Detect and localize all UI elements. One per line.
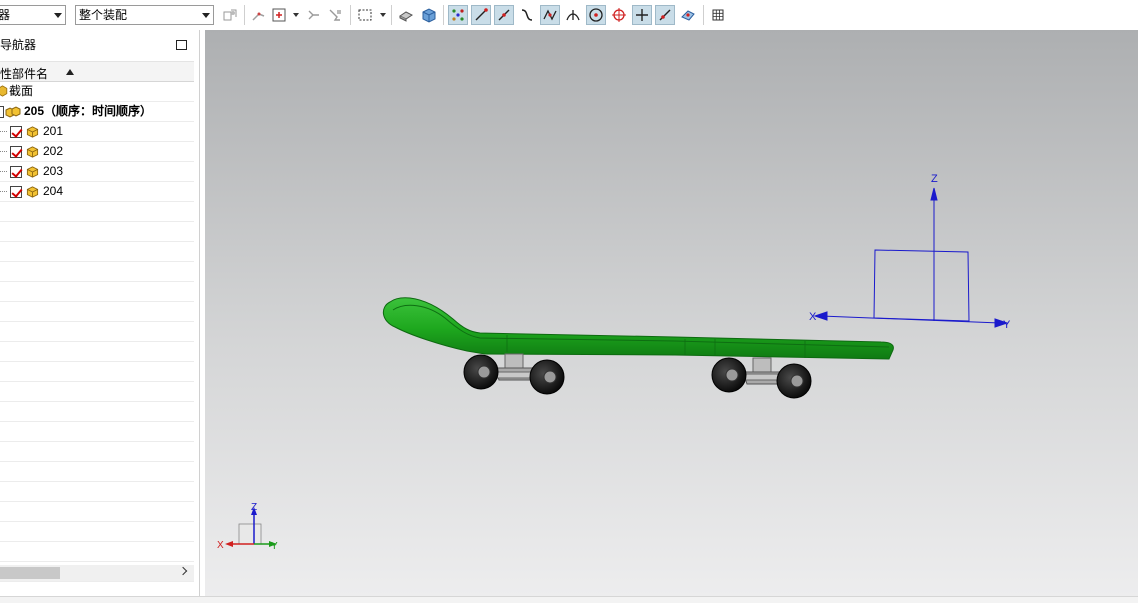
part-cube-icon <box>26 186 39 198</box>
tree-row-part-202[interactable]: 202 <box>0 142 194 162</box>
shaded-face-icon[interactable] <box>396 5 416 25</box>
tree-connector <box>0 191 7 192</box>
tree-row-label: 202 <box>43 144 64 158</box>
tree-row-empty <box>0 202 194 222</box>
triad-y-label: Y <box>271 541 278 552</box>
sort-ascending-icon[interactable] <box>66 69 74 75</box>
csys-y-label: Y <box>1003 319 1011 331</box>
tree-row-section[interactable]: 截面 <box>0 82 194 102</box>
center-point-icon[interactable] <box>586 5 606 25</box>
tree-row-assembly-205[interactable]: 205（顺序：时间顺序） <box>0 102 194 122</box>
triad-z-label: Z <box>251 502 257 513</box>
tree-row-empty <box>0 502 194 522</box>
end-point-icon[interactable] <box>471 5 491 25</box>
visibility-checkbox[interactable] <box>10 146 22 158</box>
horizontal-scrollbar[interactable] <box>0 565 194 581</box>
tree-row-empty <box>0 342 194 362</box>
chevron-down-icon[interactable] <box>293 13 299 17</box>
scene-svg: Z X Y Z X Y <box>217 173 1011 552</box>
tree-row-empty <box>0 482 194 502</box>
column-header-label: 性部件名 <box>0 67 49 81</box>
select-box-icon[interactable] <box>269 5 289 25</box>
part-cube-icon <box>26 126 39 138</box>
perpendicular-icon[interactable] <box>563 5 583 25</box>
tree-row-empty <box>0 382 194 402</box>
tree-row-empty <box>0 322 194 342</box>
tree-row-empty <box>0 222 194 242</box>
mid-point-icon[interactable] <box>494 5 514 25</box>
chevron-down-icon <box>202 13 210 18</box>
tree-row-empty <box>0 262 194 282</box>
tree-row-empty <box>0 462 194 482</box>
tree-row-empty <box>0 302 194 322</box>
quadrant-icon[interactable] <box>609 5 629 25</box>
smart-select-icon[interactable] <box>325 5 345 25</box>
visibility-checkbox[interactable] <box>10 186 22 198</box>
tree-row-empty <box>0 542 194 562</box>
assembly-scope-value: 整个装配 <box>79 8 128 22</box>
graphics-viewport[interactable]: Z X Y Z X Y <box>205 30 1138 596</box>
move-icon[interactable] <box>303 5 323 25</box>
tree-row-empty <box>0 282 194 302</box>
intersection-icon[interactable] <box>540 5 560 25</box>
component-filter-icon[interactable] <box>220 5 240 25</box>
expand-toggle-icon[interactable] <box>0 106 4 118</box>
empty-rows <box>0 202 194 582</box>
grid-icon[interactable] <box>708 5 728 25</box>
scrollbar-thumb[interactable] <box>0 567 60 579</box>
maximize-icon[interactable] <box>176 40 187 50</box>
part-cube-icon <box>26 146 39 158</box>
chevron-right-icon[interactable] <box>178 566 188 576</box>
chevron-down-icon <box>54 13 62 18</box>
solid-body-icon[interactable] <box>419 5 439 25</box>
sketch-select-icon[interactable] <box>249 5 269 25</box>
csys-x-label: X <box>809 311 817 323</box>
tree-row-label: 204 <box>43 184 64 198</box>
navigator-title: 导航器 <box>0 38 37 52</box>
tree-row-empty <box>0 402 194 422</box>
tree-row-label: 205（顺序：时间顺序） <box>24 104 153 118</box>
tree-connector <box>0 131 7 132</box>
folder-icon <box>0 85 8 97</box>
curve-icon[interactable] <box>517 5 537 25</box>
point-on-face-icon[interactable] <box>678 5 698 25</box>
tree-row-label: 203 <box>43 164 64 178</box>
part-cube-icon <box>26 166 39 178</box>
view-triad <box>225 507 277 547</box>
visibility-checkbox[interactable] <box>10 166 22 178</box>
chevron-down-icon[interactable] <box>380 13 386 17</box>
cross-point-icon[interactable] <box>632 5 652 25</box>
csys-z-label: Z <box>931 173 938 185</box>
triad-x-label: X <box>217 540 224 551</box>
tree-connector <box>0 171 7 172</box>
selection-filter-value: 器 <box>0 8 10 22</box>
tree-row-empty <box>0 522 194 542</box>
tree-row-part-204[interactable]: 204 <box>0 182 194 202</box>
tree-row-empty <box>0 442 194 462</box>
tree-row-empty <box>0 422 194 442</box>
tree-row-empty <box>0 362 194 382</box>
snap-points-icon[interactable] <box>448 5 468 25</box>
top-toolbar: 器 整个装配 <box>0 0 1138 30</box>
tree-row-part-203[interactable]: 203 <box>0 162 194 182</box>
assembly-tree: 截面 205（顺序：时间顺序） 201 202 203 204 <box>0 82 194 582</box>
selection-filter-combo[interactable]: 器 <box>0 5 66 25</box>
rectangle-select-icon[interactable] <box>355 5 375 25</box>
assembly-scope-combo[interactable]: 整个装配 <box>75 5 214 25</box>
status-bar <box>0 596 1138 603</box>
tree-connector <box>0 151 7 152</box>
column-header[interactable]: 性部件名 <box>0 61 194 82</box>
assembly-navigator-panel: 导航器 性部件名 截面 205（顺序：时间顺序） 201 202 203 204 <box>0 30 200 596</box>
tree-row-label: 截面 <box>9 84 34 98</box>
assembly-icon <box>5 106 21 118</box>
skateboard-deck[interactable] <box>382 297 894 360</box>
visibility-checkbox[interactable] <box>10 126 22 138</box>
on-curve-icon[interactable] <box>655 5 675 25</box>
datum-csys[interactable] <box>813 187 1009 328</box>
tree-row-label: 201 <box>43 124 64 138</box>
tree-row-empty <box>0 242 194 262</box>
tree-row-part-201[interactable]: 201 <box>0 122 194 142</box>
